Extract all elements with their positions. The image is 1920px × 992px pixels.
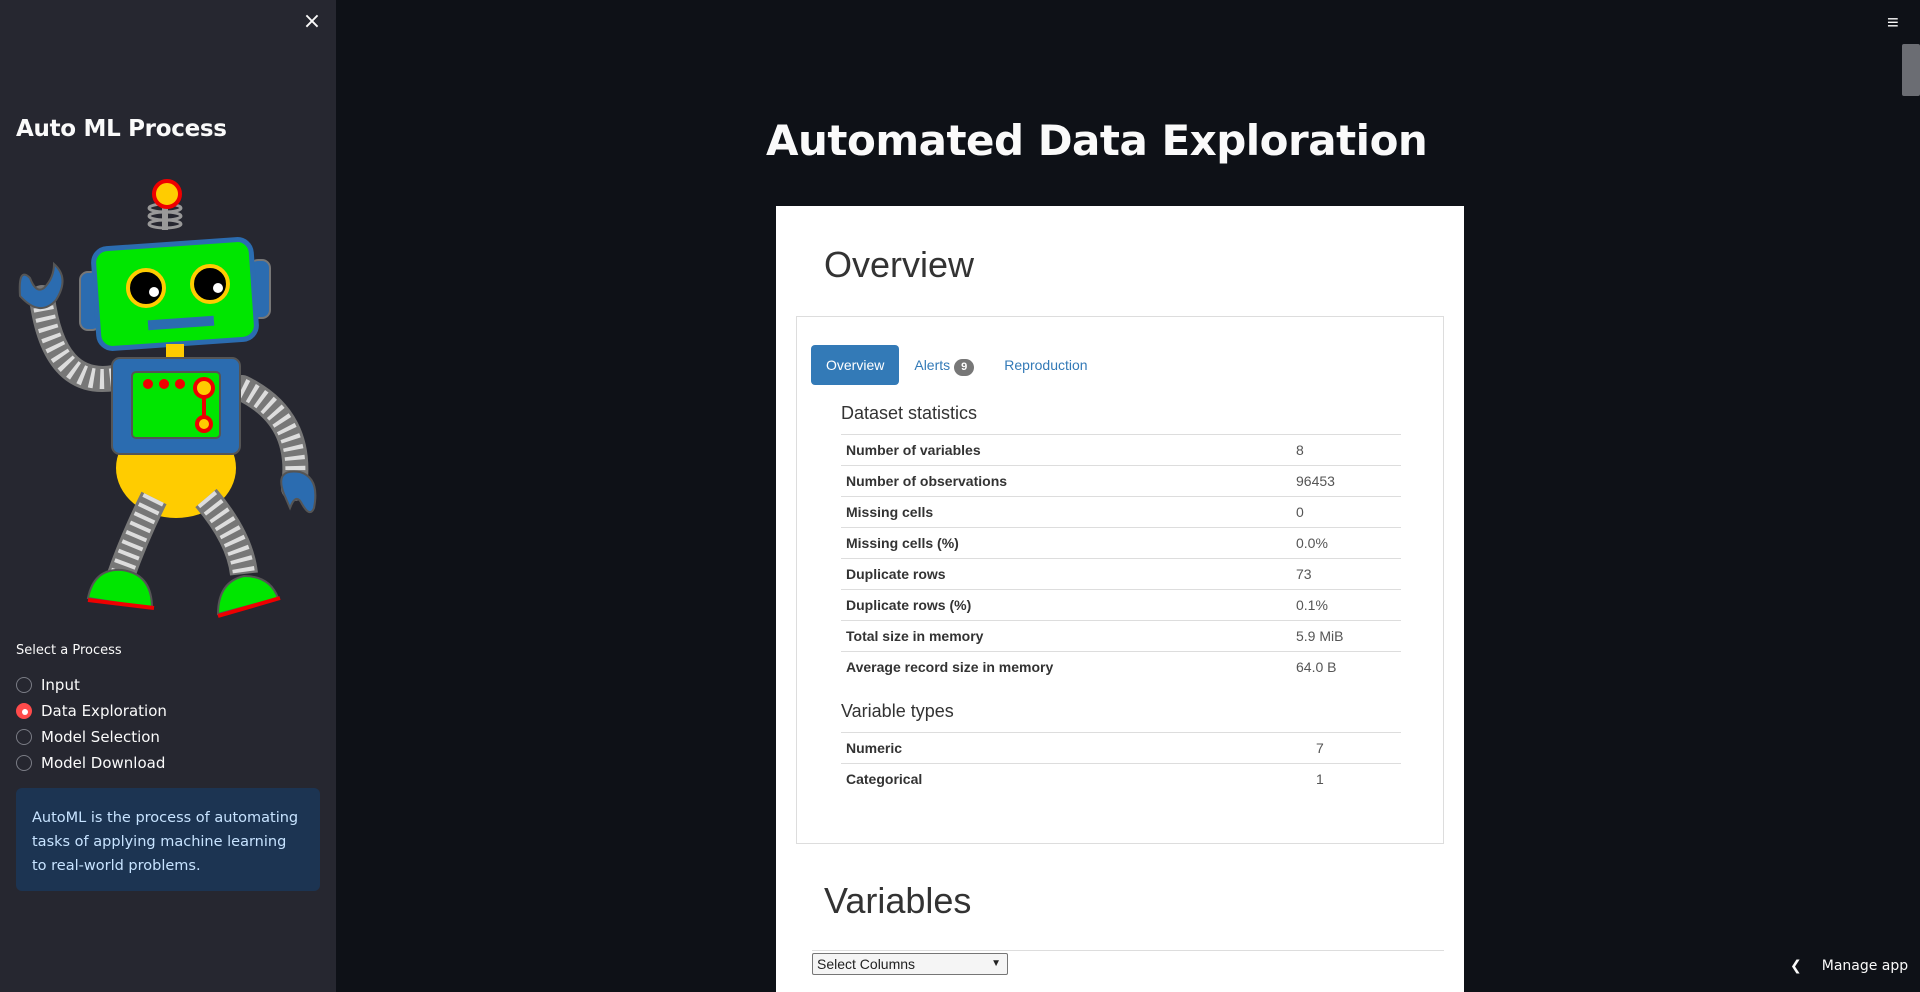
- chevron-down-icon: ▼: [991, 958, 1001, 969]
- overview-panel: Overview Alerts 9 Reproduction Dataset st…: [796, 316, 1444, 844]
- radio-button[interactable]: [16, 755, 32, 771]
- manage-app-label: Manage app: [1821, 958, 1909, 974]
- stat-value: 5.9 MiB: [1296, 628, 1344, 644]
- table-row: Categorical 1: [841, 763, 1401, 795]
- stat-key: Average record size in memory: [846, 659, 1054, 676]
- report-tabs: Overview Alerts 9 Reproduction: [811, 345, 1103, 385]
- table-row: Missing cells (%) 0.0%: [841, 527, 1401, 559]
- variable-types-heading: Variable types: [841, 701, 954, 721]
- dataset-statistics-table: Number of variables 8 Number of observati…: [841, 434, 1401, 683]
- radio-option-label: Data Exploration: [41, 702, 167, 720]
- stat-key: Duplicate rows (%): [846, 597, 972, 613]
- table-row: Total size in memory 5.9 MiB: [841, 620, 1401, 652]
- radio-option-model-download[interactable]: Model Download: [16, 750, 167, 776]
- table-row: Numeric 7: [841, 732, 1401, 764]
- robot-illustration: [18, 179, 317, 618]
- table-row: Average record size in memory 64.0 B: [841, 651, 1401, 683]
- chevron-left-icon: ❮: [1790, 958, 1802, 974]
- stat-value: 8: [1296, 442, 1304, 458]
- stat-key: Number of variables: [846, 442, 981, 458]
- alerts-count-badge: 9: [954, 359, 975, 376]
- variables-heading: Variables: [824, 880, 972, 921]
- stat-value: 0.0%: [1296, 535, 1328, 551]
- close-icon[interactable]: ×: [302, 11, 322, 33]
- radio-button-selected[interactable]: [16, 703, 32, 719]
- stat-key: Missing cells: [846, 504, 934, 520]
- stat-value: 7: [1316, 740, 1324, 756]
- radio-option-label: Input: [41, 676, 80, 694]
- radio-option-input[interactable]: Input: [16, 672, 167, 698]
- stat-value: 96453: [1296, 473, 1335, 489]
- stat-key: Categorical: [846, 771, 923, 788]
- overview-heading: Overview: [824, 244, 975, 285]
- page-title: Automated Data Exploration: [766, 116, 1428, 165]
- stat-key: Total size in memory: [846, 628, 984, 644]
- hamburger-menu-icon[interactable]: ≡: [1887, 12, 1907, 34]
- stat-value: 64.0 B: [1296, 659, 1337, 676]
- tab-alerts-label: Alerts: [914, 357, 951, 373]
- select-columns-dropdown[interactable]: Select Columns ▼: [812, 953, 1008, 975]
- stat-value: 73: [1296, 566, 1312, 582]
- dataset-statistics-heading: Dataset statistics: [841, 403, 978, 423]
- radio-option-label: Model Download: [41, 754, 166, 772]
- sidebar: × Auto ML Process Select a Process Input…: [0, 0, 336, 992]
- radio-button[interactable]: [16, 729, 32, 745]
- stat-key: Number of observations: [846, 473, 1008, 489]
- manage-app-button[interactable]: ❮ Manage app: [1790, 958, 1908, 974]
- automl-info-box: AutoML is the process of automating task…: [16, 788, 320, 891]
- stat-value: 0.1%: [1296, 597, 1328, 613]
- table-row: Duplicate rows (%) 0.1%: [841, 589, 1401, 621]
- process-radio-group: Input Data Exploration Model Selection M…: [16, 672, 167, 776]
- scrollbar-thumb[interactable]: [1902, 44, 1920, 96]
- process-select-label: Select a Process: [16, 643, 122, 658]
- tab-alerts[interactable]: Alerts 9: [899, 345, 989, 385]
- tab-reproduction[interactable]: Reproduction: [989, 345, 1102, 385]
- radio-button[interactable]: [16, 677, 32, 693]
- stat-value: 0: [1296, 504, 1304, 520]
- stat-value: 1: [1316, 771, 1324, 788]
- select-columns-value: Select Columns: [817, 956, 916, 972]
- stat-key: Missing cells (%): [846, 535, 959, 551]
- radio-option-label: Model Selection: [41, 728, 160, 746]
- table-row: Duplicate rows 73: [841, 558, 1401, 590]
- table-row: Missing cells 0: [841, 496, 1401, 528]
- radio-option-data-exploration[interactable]: Data Exploration: [16, 698, 167, 724]
- table-row: Number of observations 96453: [841, 465, 1401, 497]
- radio-option-model-selection[interactable]: Model Selection: [16, 724, 167, 750]
- stat-key: Duplicate rows: [846, 566, 946, 582]
- table-row: Number of variables 8: [841, 434, 1401, 466]
- sidebar-title: Auto ML Process: [16, 116, 227, 142]
- profile-report: Overview Overview Alerts 9 Reproduction D…: [776, 206, 1464, 992]
- divider: [812, 950, 1444, 951]
- variable-types-table: Numeric 7 Categorical 1: [841, 732, 1401, 795]
- tab-overview[interactable]: Overview: [811, 345, 900, 385]
- stat-key: Numeric: [846, 740, 903, 756]
